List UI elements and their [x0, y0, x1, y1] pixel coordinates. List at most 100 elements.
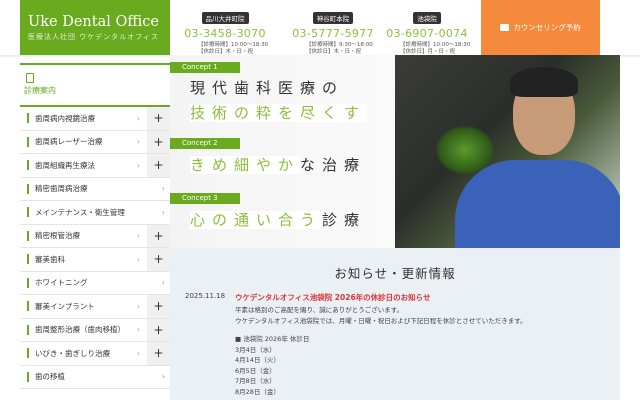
item-marker	[27, 160, 29, 171]
chevron-right-icon: ›	[136, 137, 140, 147]
sidebar-item[interactable]: 歯周病内視鏡治療 › +	[20, 107, 170, 131]
chevron-right-icon: ›	[136, 301, 140, 311]
clinic-shinagawa: 品川大井町院 03-3458-3070 【診療時間】10:00～18:30 【休診…	[175, 6, 275, 56]
news-date: 2025.11.18	[185, 292, 226, 300]
logo-subtitle: 医療法人社団 ウケデンタルオフィス	[28, 33, 159, 41]
clinic-hours: 【診療時間】10:00～18:30	[400, 42, 471, 48]
item-marker	[27, 183, 29, 194]
sidebar-item-label: 審美歯科	[35, 254, 65, 264]
chevron-right-icon: ›	[161, 372, 165, 382]
sidebar-item-label: ホワイトニング	[35, 278, 88, 288]
sidebar-item[interactable]: 歯周病レーザー治療 › +	[20, 130, 170, 154]
sidebar-item-label: 歯周組織再生療法	[35, 160, 95, 170]
sidebar-item-label: いびき・歯ぎしり治療	[35, 348, 110, 358]
concept-tag: Concept 1	[170, 62, 240, 73]
chevron-right-icon: ›	[136, 113, 140, 123]
expand-plus-icon[interactable]: +	[147, 295, 170, 318]
clinic-tel[interactable]: 03-5777-5977	[283, 27, 383, 40]
sidebar-item-label: 歯周病内視鏡治療	[35, 113, 95, 123]
sidebar-item[interactable]: 審美インプラント › +	[20, 295, 170, 319]
sidebar: 診療案内 歯周病内視鏡治療 › + 歯周病レーザー治療 › + 歯周組織再生療法 › + 精密歯周…	[20, 63, 170, 389]
holiday-date: 7月8日（水）	[235, 377, 276, 385]
item-marker	[27, 254, 29, 265]
news-paragraph: 平素は格別のご高配を賜り、誠にありがとうございます。	[235, 306, 404, 314]
chevron-right-icon: ›	[161, 278, 165, 288]
counseling-reservation-button[interactable]: カウンセリング予約	[481, 0, 600, 55]
expand-plus-icon[interactable]: +	[147, 318, 170, 341]
sidebar-item-label: 歯周病レーザー治療	[35, 137, 103, 147]
sidebar-item[interactable]: 精密根管治療 › +	[20, 224, 170, 248]
clinic-name: 池袋院	[413, 12, 441, 24]
item-marker	[27, 207, 29, 218]
chevron-right-icon: ›	[136, 348, 140, 358]
clinic-hours: 【診療時間】10:00～18:30	[198, 42, 269, 48]
clinic-name: 神谷町本院	[312, 12, 354, 24]
clinic-name: 品川大井町院	[201, 12, 249, 24]
mail-icon	[500, 24, 510, 31]
chevron-right-icon: ›	[136, 160, 140, 170]
item-marker	[27, 113, 29, 124]
sidebar-item[interactable]: いびき・歯ぎしり治療 › +	[20, 342, 170, 366]
item-marker	[27, 230, 29, 241]
news-title-link[interactable]: ウケデンタルオフィス池袋院 2026年の休診日のお知らせ	[235, 292, 431, 303]
logo-name: Uke Dental Office	[28, 14, 159, 30]
expand-plus-icon[interactable]: +	[147, 342, 170, 365]
sidebar-item-label: 歯周整形治療（歯肉移植）	[35, 325, 125, 335]
chevron-right-icon: ›	[161, 184, 165, 194]
concept-panel: Concept 1 現代歯科医療の 技術の粋を尽くす Concept 2 きめ細…	[170, 55, 395, 248]
item-marker	[27, 324, 29, 335]
expand-plus-icon[interactable]: +	[147, 130, 170, 153]
clinic-ikebukuro: 池袋院 03-6907-0074 【診療時間】10:00～18:30 【休診日】月…	[377, 6, 477, 56]
cta-label: カウンセリング予約	[513, 23, 581, 32]
holiday-date: 8月28日（金）	[235, 387, 280, 396]
holiday-date: 6月5日（金）	[235, 366, 276, 375]
sidebar-heading: 診療案内	[20, 65, 170, 107]
sidebar-item[interactable]: 審美歯科 › +	[20, 248, 170, 272]
item-marker	[27, 136, 29, 147]
clinic-tel[interactable]: 03-6907-0074	[377, 27, 477, 40]
news-body: 平素は格別のご高配を賜り、誠にありがとうございます。 ウケデンタルオフィス池袋院…	[235, 305, 527, 397]
concept-3-rest: 診療	[322, 211, 367, 229]
holiday-date: 4月14日（火）	[235, 356, 280, 364]
news-heading: お知らせ・更新情報	[334, 266, 456, 281]
chevron-right-icon: ›	[136, 231, 140, 241]
doctor-photo	[395, 55, 620, 248]
concept-3-highlight: 心の通い合う	[190, 211, 323, 229]
item-marker	[27, 348, 29, 359]
sidebar-item[interactable]: メインテナンス・衛生管理 ›	[20, 201, 170, 225]
sidebar-item[interactable]: 歯周整形治療（歯肉移植） › +	[20, 318, 170, 342]
sidebar-item-label: 精密根管治療	[35, 231, 80, 241]
sidebar-item-label: 審美インプラント	[35, 301, 95, 311]
sidebar-item-label: メインテナンス・衛生管理	[35, 207, 125, 217]
holiday-date: 3月4日（水）	[235, 345, 276, 354]
clinic-kamiyacho: 神谷町本院 03-5777-5977 【診療時間】9:30～18:00 【休診日】…	[283, 6, 383, 56]
chevron-right-icon: ›	[136, 254, 140, 264]
concept-1-line1: 現代歯科医療の	[190, 79, 345, 97]
expand-plus-icon[interactable]: +	[147, 154, 170, 177]
news-paragraph: ウケデンタルオフィス池袋院では、月曜・日曜・祝日および下記日程を休診とさせていた…	[235, 316, 527, 325]
concept-2-highlight: きめ細やか	[190, 156, 301, 174]
clinic-hours: 【診療時間】9:30～18:00	[306, 42, 373, 48]
news-list-heading: ■ 池袋院 2026年 休診日	[235, 335, 310, 343]
expand-plus-icon[interactable]: +	[147, 248, 170, 271]
item-marker	[27, 277, 29, 288]
expand-plus-icon[interactable]: +	[147, 224, 170, 247]
sidebar-item[interactable]: ホワイトニング ›	[20, 271, 170, 295]
sidebar-item[interactable]: 精密歯周病治療 ›	[20, 177, 170, 201]
chevron-right-icon: ›	[161, 207, 165, 217]
item-marker	[27, 371, 29, 382]
logo[interactable]: Uke Dental Office 医療法人社団 ウケデンタルオフィス	[20, 0, 170, 55]
sidebar-item-label: 歯の移植	[35, 372, 65, 382]
sidebar-item[interactable]: 歯の移植 ›	[20, 365, 170, 389]
clinic-tel[interactable]: 03-3458-3070	[175, 27, 275, 40]
concept-tag: Concept 2	[170, 138, 240, 149]
sidebar-heading-label: 診療案内	[24, 86, 56, 95]
concept-tag: Concept 3	[170, 193, 240, 204]
concept-2-rest: な治療	[300, 156, 367, 174]
concept-1-line2: 技術の粋を尽くす	[190, 104, 367, 122]
sidebar-item-label: 精密歯周病治療	[35, 184, 88, 194]
expand-plus-icon[interactable]: +	[147, 107, 170, 130]
sidebar-item[interactable]: 歯周組織再生療法 › +	[20, 154, 170, 178]
news-section: お知らせ・更新情報 2025.11.18 ウケデンタルオフィス池袋院 2026年…	[170, 248, 620, 400]
chevron-right-icon: ›	[136, 325, 140, 335]
